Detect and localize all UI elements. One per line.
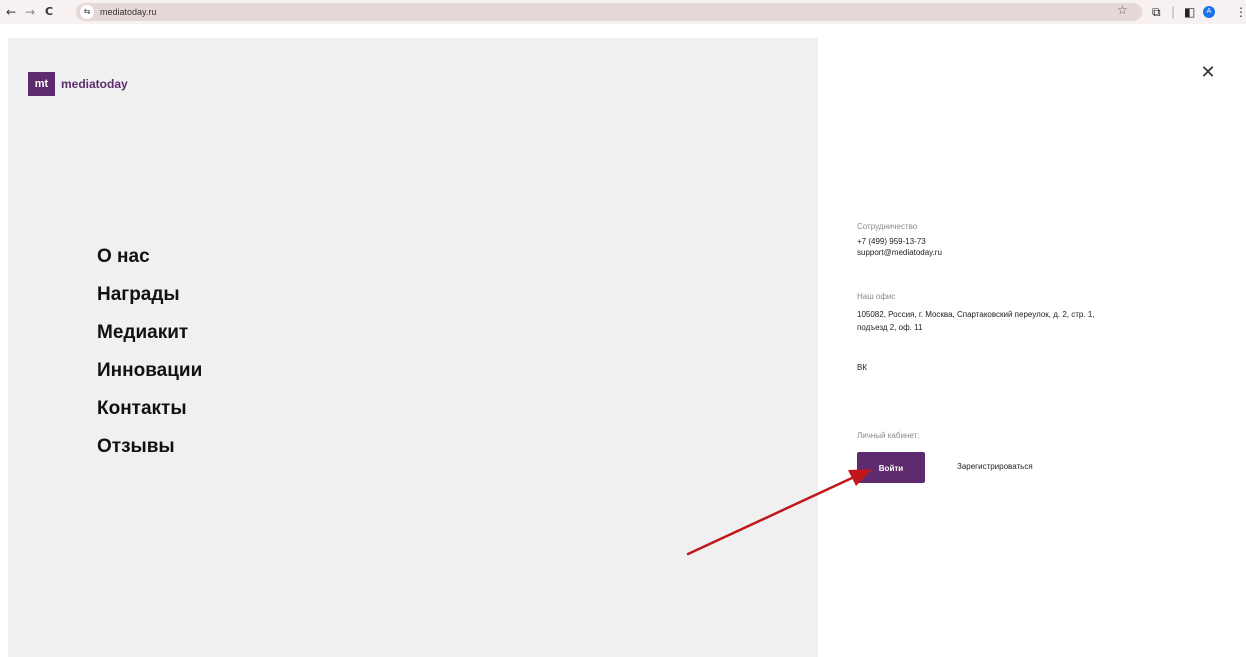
logo-text: mediatoday [61, 77, 128, 91]
account-label: Личный кабинет: [857, 431, 920, 440]
menu-right-pane: ✕ Сотрудничество +7 (499) 959-13-73 supp… [818, 38, 1246, 657]
nav-item-mediakit[interactable]: Медиакит [97, 314, 202, 352]
office-label: Наш офис [857, 292, 896, 301]
nav-item-innovations[interactable]: Инновации [97, 352, 202, 390]
toolbar-separator: | [1171, 5, 1176, 19]
cooperation-label: Сотрудничество [857, 222, 918, 231]
bookmark-star-icon[interactable]: ☆ [1117, 3, 1128, 17]
register-link[interactable]: Зарегистрироваться [957, 462, 1033, 471]
browser-menu-icon[interactable]: ⋮ [1235, 4, 1246, 20]
forward-icon[interactable]: → [25, 3, 35, 21]
phone-link[interactable]: +7 (499) 959-13-73 [857, 236, 926, 247]
profile-avatar[interactable]: A [1203, 6, 1215, 18]
nav-item-about[interactable]: О нас [97, 238, 202, 276]
email-link[interactable]: support@mediatoday.ru [857, 247, 942, 258]
vk-link[interactable]: ВК [857, 362, 867, 373]
url-text[interactable]: mediatoday.ru [100, 5, 156, 19]
extensions-icon[interactable]: ⧉ [1152, 4, 1161, 20]
site-info-icon[interactable]: ⇆ [80, 5, 94, 19]
address-line-2: подъезд 2, оф. 11 [857, 323, 923, 332]
reload-icon[interactable]: C [45, 3, 53, 21]
logo-mark: mt [28, 72, 55, 96]
nav-item-awards[interactable]: Награды [97, 276, 202, 314]
close-icon[interactable]: ✕ [1198, 63, 1218, 83]
main-navigation: О нас Награды Медиакит Инновации Контакт… [97, 238, 202, 466]
address-bar[interactable]: ⇆ mediatoday.ru [76, 3, 1142, 21]
nav-item-contacts[interactable]: Контакты [97, 390, 202, 428]
back-icon[interactable]: ← [6, 3, 16, 21]
browser-toolbar: ← → C ⇆ mediatoday.ru ☆ ⧉ | ◧ A ⋮ [0, 0, 1246, 24]
nav-item-reviews[interactable]: Отзывы [97, 428, 202, 466]
login-button[interactable]: Войти [857, 452, 925, 483]
side-panel-icon[interactable]: ◧ [1184, 4, 1195, 20]
menu-left-pane: mt mediatoday О нас Награды Медиакит Инн… [8, 38, 818, 657]
address-line-1: 105082, Россия, г. Москва, Спартаковский… [857, 310, 1095, 319]
